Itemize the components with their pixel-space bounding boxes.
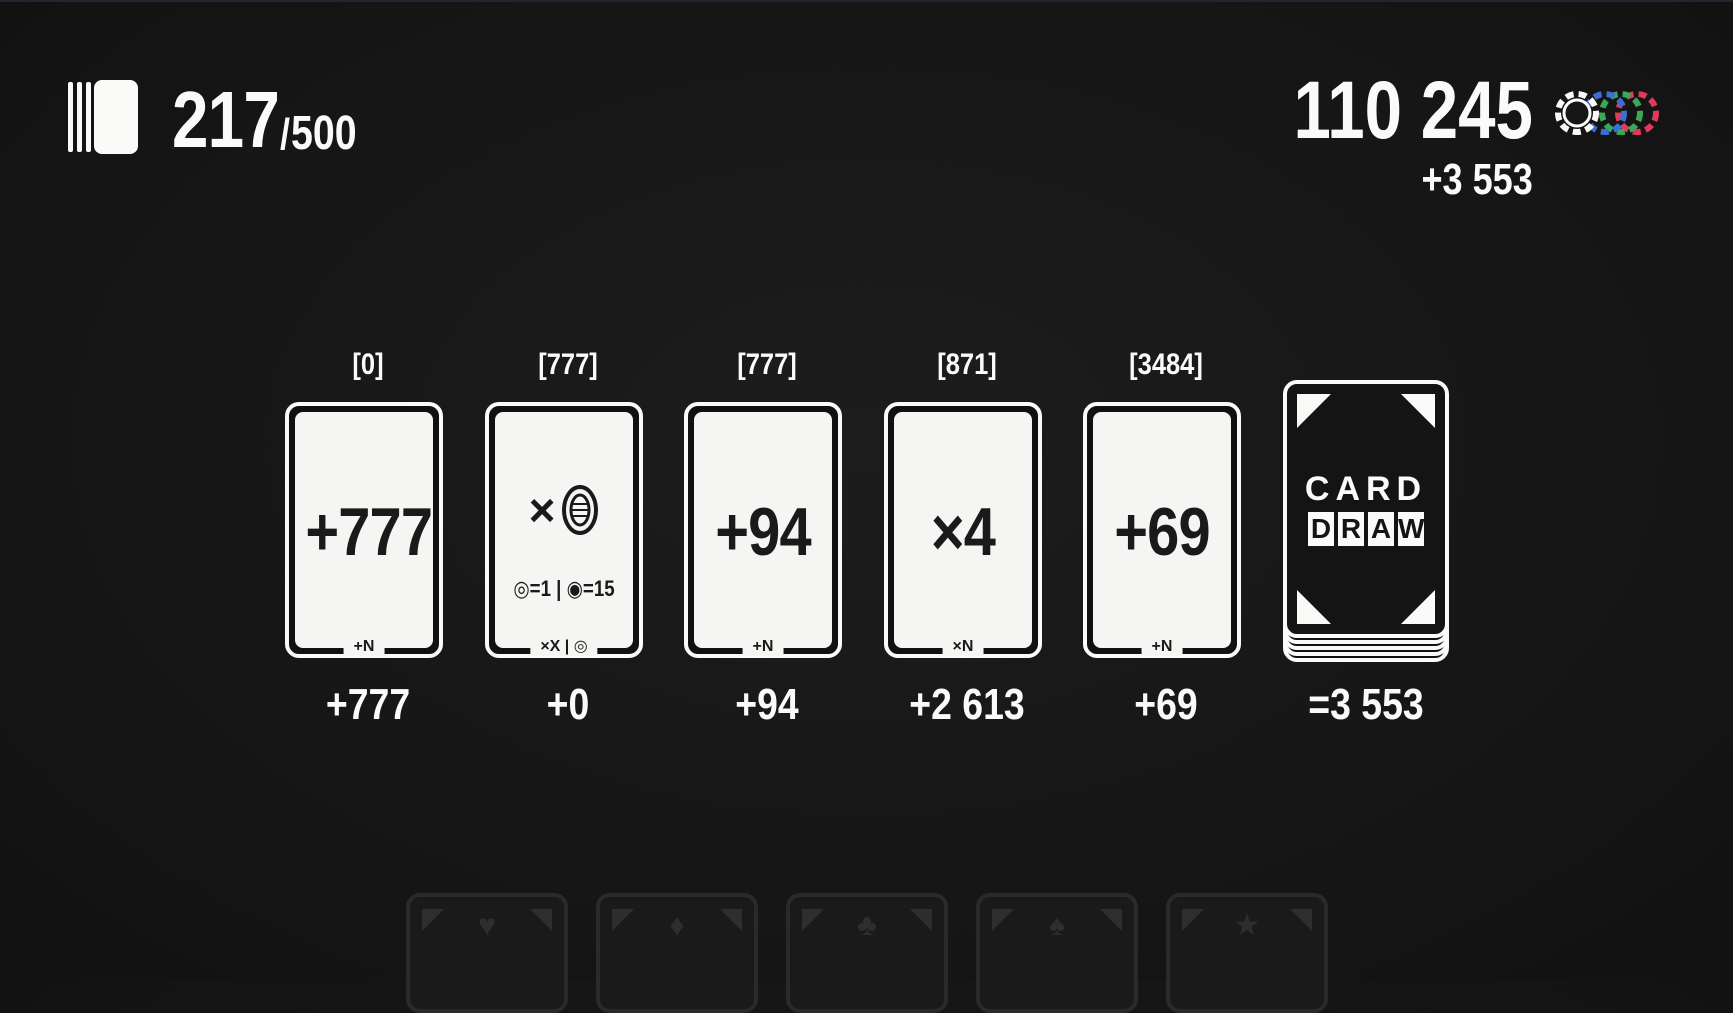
card[interactable]: × ◎=1 | ◉=15 ×X | ◎ bbox=[485, 402, 643, 658]
card[interactable]: +777 +N bbox=[285, 402, 443, 658]
score-total: 110 245 bbox=[1293, 65, 1533, 156]
logo-letter: D bbox=[1308, 512, 1334, 546]
card[interactable]: +94 +N bbox=[684, 402, 842, 658]
deck-count: 217 bbox=[172, 75, 280, 164]
coin-icon bbox=[562, 485, 599, 535]
card-value: +94 bbox=[715, 494, 811, 570]
card-result: +2 613 bbox=[909, 680, 1025, 729]
chips-icon bbox=[1555, 91, 1659, 135]
card-bracket: [871] bbox=[937, 348, 997, 381]
card-value: +777 bbox=[305, 494, 433, 570]
spade-icon: ♠ bbox=[1049, 909, 1065, 942]
round-total: =3 553 bbox=[1308, 680, 1424, 729]
card-tag: ×X | ◎ bbox=[530, 638, 598, 656]
card-bracket: [3484] bbox=[1129, 348, 1203, 381]
heart-icon: ♥ bbox=[478, 909, 496, 942]
hand-slot-diamond[interactable]: ♦ bbox=[596, 893, 758, 1013]
deck-separator: / bbox=[280, 110, 291, 159]
deck-icon bbox=[68, 80, 146, 156]
draw-pile[interactable]: CARD D R A W bbox=[1283, 380, 1449, 664]
coin-rates: ◎=1 | ◉=15 bbox=[513, 576, 615, 601]
score-block: 110 245 +3 553 bbox=[1243, 70, 1663, 210]
card[interactable]: ×4 ×N bbox=[884, 402, 1042, 658]
hand-slot-heart[interactable]: ♥ bbox=[406, 893, 568, 1013]
card-bracket: [777] bbox=[737, 348, 797, 381]
card-result: +0 bbox=[546, 680, 590, 729]
deck-counter: 217 / 500 bbox=[68, 70, 371, 160]
card-draw-logo: CARD D R A W bbox=[1287, 472, 1445, 546]
card-tag: +N bbox=[343, 638, 385, 656]
card-value: ×4 bbox=[930, 494, 996, 570]
card-bracket: [777] bbox=[538, 348, 598, 381]
logo-letter: R bbox=[1338, 512, 1364, 546]
card[interactable]: +69 +N bbox=[1083, 402, 1241, 658]
hand-slot-star[interactable]: ★ bbox=[1166, 893, 1328, 1013]
card-value: × bbox=[528, 484, 556, 536]
logo-letter: W bbox=[1398, 512, 1425, 546]
logo-letter: A bbox=[1368, 512, 1394, 546]
deck-max: 500 bbox=[290, 107, 357, 160]
logo-card-text: CARD bbox=[1304, 470, 1428, 508]
card-result: +94 bbox=[735, 680, 799, 729]
club-icon: ♣ bbox=[857, 909, 877, 942]
hand-slot-spade[interactable]: ♠ bbox=[976, 893, 1138, 1013]
card-bracket: [0] bbox=[352, 348, 384, 381]
card-tag: +N bbox=[742, 638, 784, 656]
card-result: +777 bbox=[325, 680, 411, 729]
card-value: +69 bbox=[1114, 494, 1210, 570]
diamond-icon: ♦ bbox=[669, 909, 685, 942]
hand-slot-club[interactable]: ♣ bbox=[786, 893, 948, 1013]
score-delta: +3 553 bbox=[1421, 155, 1533, 204]
star-icon: ★ bbox=[1233, 909, 1261, 942]
card-tag: +N bbox=[1141, 638, 1183, 656]
top-border bbox=[0, 0, 1733, 2]
card-tag: ×N bbox=[942, 638, 984, 656]
card-result: +69 bbox=[1134, 680, 1198, 729]
draw-card[interactable]: CARD D R A W bbox=[1283, 380, 1449, 638]
